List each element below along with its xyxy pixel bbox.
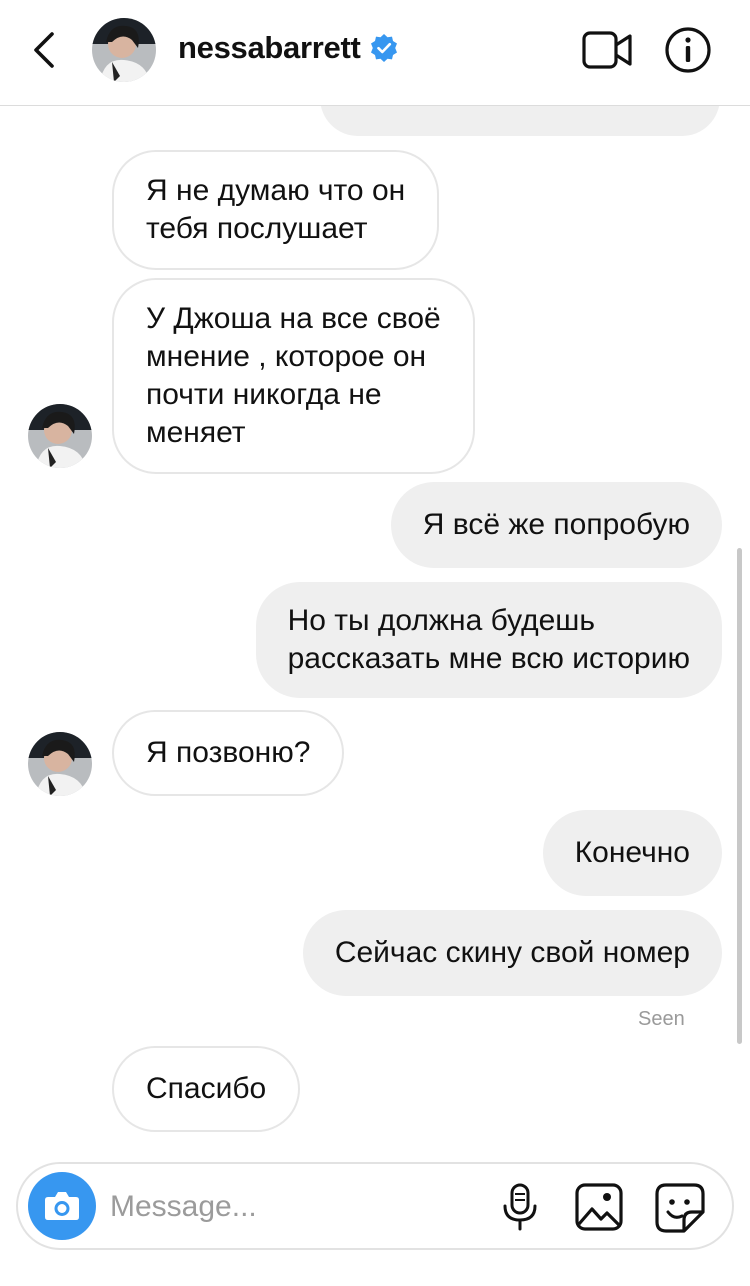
message-text: Я позвоню?	[146, 736, 311, 769]
profile-photo	[28, 404, 92, 468]
username: nessabarrett	[178, 30, 361, 65]
profile-photo	[92, 18, 156, 82]
message-composer	[16, 1162, 734, 1250]
voice-message-button[interactable]	[500, 1182, 540, 1232]
message-text: меняет	[146, 416, 246, 449]
message-bubble-outgoing[interactable]: Я всё же попробую	[390, 482, 722, 568]
message-bubble-incoming[interactable]: Я не думаю что он тебя послушает	[112, 150, 440, 270]
back-button[interactable]	[26, 28, 66, 72]
message-text: тебя послушает	[146, 212, 368, 245]
sender-avatar[interactable]	[28, 404, 92, 468]
seen-indicator: Seen	[638, 1008, 685, 1030]
message-bubble-outgoing[interactable]: Конечно	[542, 810, 722, 896]
sticker-button[interactable]	[654, 1182, 706, 1234]
verified-badge-icon	[370, 34, 397, 62]
message-text: рассказать мне всю историю	[287, 642, 690, 675]
message-bubble-outgoing[interactable]: Сейчас скину свой номер	[302, 910, 722, 996]
chat-screen: nessabarrett Я не думаю что он тебя посл…	[0, 0, 750, 1286]
chevron-left-icon	[34, 32, 54, 68]
message-bubble-incoming[interactable]: У Джоша на все своё мнение , которое он …	[112, 278, 475, 474]
message-text: мнение , которое он	[146, 340, 427, 373]
message-text: Конечно	[574, 836, 690, 869]
header-avatar[interactable]	[92, 18, 156, 82]
message-input[interactable]	[110, 1186, 490, 1228]
microphone-icon	[503, 1183, 537, 1231]
message-text: почти никогда не	[146, 378, 382, 411]
info-icon	[665, 27, 711, 73]
message-text: Спасибо	[146, 1072, 267, 1105]
video-call-button[interactable]	[582, 30, 634, 70]
gallery-button[interactable]	[574, 1182, 624, 1232]
message-text: Но ты должна будешь	[287, 604, 596, 637]
image-gallery-icon	[575, 1183, 623, 1231]
username-link[interactable]: nessabarrett	[178, 30, 399, 66]
message-text: Я не думаю что он	[146, 174, 406, 207]
message-bubble-incoming[interactable]: Я позвоню?	[112, 710, 345, 796]
scrollbar[interactable]	[737, 548, 742, 1044]
message-bubble-outgoing[interactable]: Но ты должна будешь рассказать мне всю и…	[255, 582, 722, 698]
message-bubble-incoming[interactable]: Спасибо	[112, 1046, 301, 1132]
profile-photo	[28, 732, 92, 796]
camera-button[interactable]	[28, 1172, 96, 1240]
camera-icon	[45, 1192, 79, 1220]
message-text: Сейчас скину свой номер	[334, 936, 690, 969]
message-text: Я всё же попробую	[422, 508, 690, 541]
message-text: У Джоша на все своё	[146, 302, 441, 335]
video-camera-icon	[582, 31, 632, 69]
sender-avatar[interactable]	[28, 732, 92, 796]
info-button[interactable]	[664, 26, 712, 74]
sticker-icon	[655, 1183, 705, 1233]
chat-header: nessabarrett	[0, 0, 750, 106]
